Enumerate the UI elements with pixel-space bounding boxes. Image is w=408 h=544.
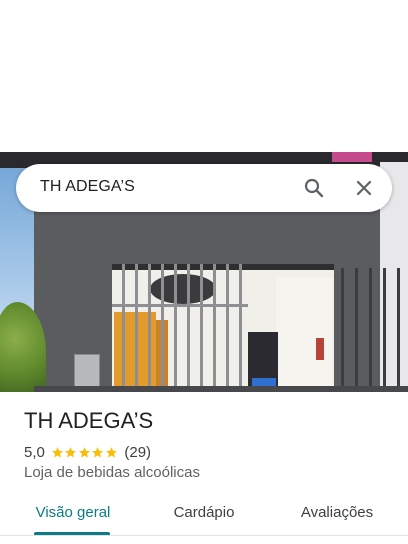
search-icon[interactable]	[302, 176, 326, 200]
photo-poster	[316, 338, 324, 360]
star-icon	[92, 446, 104, 458]
photo-gate-bars-right	[330, 268, 408, 392]
photo-roof-accent	[332, 152, 372, 162]
place-tabs: Visão geral Cardápio Avaliações	[0, 496, 408, 536]
place-category: Loja de bebidas alcoólicas	[24, 464, 200, 481]
star-icon	[65, 446, 77, 458]
tab-overview[interactable]: Visão geral	[34, 504, 112, 521]
star-icon	[105, 446, 117, 458]
place-title: TH ADEGA’S	[24, 408, 154, 433]
photo-floor	[34, 386, 408, 392]
tab-menu[interactable]: Cardápio	[170, 504, 238, 521]
star-icon	[78, 446, 90, 458]
photo-gate-bars	[112, 264, 248, 392]
rating-stars	[51, 446, 119, 459]
star-icon	[51, 446, 63, 458]
tabs-divider	[0, 535, 408, 536]
photo-interior-wall	[276, 278, 332, 392]
close-icon[interactable]	[352, 176, 376, 200]
photo-gate-crossbar	[112, 304, 248, 307]
blank-header-area	[0, 0, 408, 152]
tab-reviews[interactable]: Avaliações	[296, 504, 378, 521]
search-bar[interactable]: TH ADEGA’S	[16, 164, 392, 212]
rating-value: 5,0	[24, 443, 45, 461]
review-count[interactable]: (29)	[124, 444, 151, 461]
search-input[interactable]: TH ADEGA’S	[40, 178, 135, 196]
rating-row[interactable]: 5,0 (29)	[24, 443, 151, 461]
